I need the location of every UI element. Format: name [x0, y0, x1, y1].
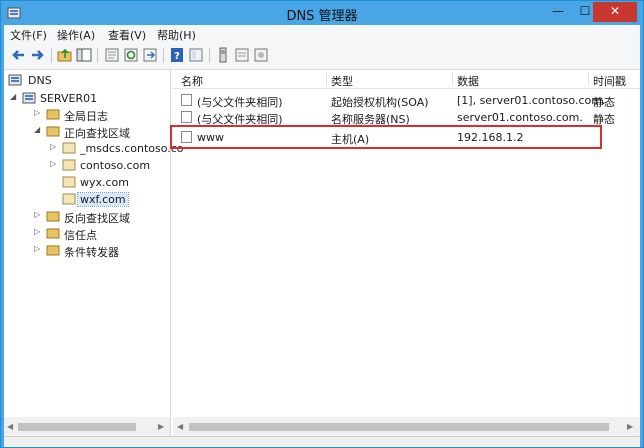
tree-label-reverse-zones: 反向查找区域: [64, 212, 130, 225]
wizard-icon[interactable]: [253, 47, 269, 63]
main-content: DNS ◢ SERVER01 ▷ 全局日志 ◢ 正向查找区域 ▷ _msdcs.…: [4, 70, 640, 443]
list-header: 名称 类型 数据 时间戳: [173, 70, 640, 89]
toolbar: ?: [4, 43, 640, 70]
expand-arrow-icon[interactable]: ▷: [34, 244, 42, 253]
table-row[interactable]: (与父文件夹相同) 名称服务器(NS) server01.contoso.com…: [173, 108, 640, 126]
forward-arrow-icon[interactable]: [30, 47, 46, 63]
column-header-timestamp[interactable]: 时间戳: [593, 73, 626, 89]
expand-arrow-icon[interactable]: ▷: [34, 108, 42, 117]
expand-arrow-icon[interactable]: ▷: [34, 227, 42, 236]
help-icon[interactable]: ?: [169, 47, 185, 63]
tree-label-zone-wxf: wxf.com: [77, 192, 129, 207]
new-record-icon[interactable]: [234, 47, 250, 63]
server-icon[interactable]: [215, 47, 231, 63]
column-header-name[interactable]: 名称: [181, 73, 203, 89]
list-horizontal-scrollbar[interactable]: ◀ ▶: [173, 417, 640, 437]
console-tree: DNS ◢ SERVER01 ▷ 全局日志 ◢ 正向查找区域 ▷ _msdcs.…: [4, 70, 184, 417]
tree-horizontal-scrollbar[interactable]: ◀ ▶: [4, 417, 171, 437]
toolbar-separator: [51, 48, 52, 63]
status-bar: [4, 436, 640, 447]
folder-icon: [46, 211, 60, 222]
column-divider[interactable]: [326, 72, 327, 86]
folder-icon: [46, 228, 60, 239]
zone-icon: [62, 193, 76, 205]
title-bar[interactable]: DNS 管理器 — ☐ ✕: [1, 1, 643, 25]
svg-text:?: ?: [174, 51, 180, 62]
properties-icon[interactable]: [104, 47, 120, 63]
zone-icon: [62, 159, 76, 171]
tree-label-zone-wyx: wyx.com: [80, 176, 130, 189]
tree-label-dns: DNS: [28, 74, 52, 87]
dns-root-icon: [8, 74, 22, 86]
show-hide-icon[interactable]: [188, 47, 204, 63]
menu-view[interactable]: 查看(V): [108, 27, 146, 43]
menu-file[interactable]: 文件(F): [10, 27, 47, 43]
row-data: server01.contoso.com.: [457, 111, 583, 124]
column-divider[interactable]: [588, 72, 589, 86]
column-header-data[interactable]: 数据: [457, 73, 479, 89]
scroll-left-icon[interactable]: ◀: [177, 422, 183, 431]
scroll-right-icon[interactable]: ▶: [627, 422, 633, 431]
toolbar-separator: [163, 48, 164, 63]
scrollbar-thumb[interactable]: [189, 423, 609, 431]
tree-label-trust-points: 信任点: [64, 229, 97, 242]
record-icon: [181, 94, 192, 106]
menu-help[interactable]: 帮助(H): [157, 27, 196, 43]
table-row[interactable]: (与父文件夹相同) 起始授权机构(SOA) [1], server01.cont…: [173, 91, 640, 109]
back-arrow-icon[interactable]: [10, 47, 26, 63]
minimize-button[interactable]: —: [546, 2, 570, 22]
collapse-arrow-icon[interactable]: ◢: [10, 92, 18, 101]
refresh-icon[interactable]: [123, 47, 139, 63]
expand-arrow-icon[interactable]: ▷: [34, 210, 42, 219]
expand-arrow-icon[interactable]: ▷: [50, 142, 58, 151]
record-list: 名称 类型 数据 时间戳 (与父文件夹相同) 起始授权机构(SOA) [1], …: [170, 70, 640, 443]
highlight-box: [170, 125, 602, 149]
row-data: [1], server01.contoso.com.: [457, 94, 606, 107]
zone-icon: [62, 176, 76, 188]
expand-arrow-icon[interactable]: ▷: [50, 159, 58, 168]
close-button[interactable]: ✕: [593, 2, 637, 22]
collapse-arrow-icon[interactable]: ◢: [34, 125, 42, 134]
log-folder-icon: [46, 109, 60, 120]
export-list-icon[interactable]: [142, 47, 158, 63]
tree-label-forward-zones: 正向查找区域: [64, 127, 130, 140]
folder-icon: [46, 126, 60, 137]
tree-label-conditional-forwarders: 条件转发器: [64, 246, 119, 259]
menu-bar: 文件(F) 操作(A) 查看(V) 帮助(H): [4, 25, 640, 43]
column-divider[interactable]: [452, 72, 453, 86]
folder-icon: [46, 245, 60, 256]
tree-label-zone-msdcs: _msdcs.contoso.co: [80, 142, 184, 155]
record-icon: [181, 111, 192, 123]
toolbar-separator: [209, 48, 210, 63]
tree-label-zone-contoso: contoso.com: [80, 159, 151, 172]
column-header-type[interactable]: 类型: [331, 73, 353, 89]
zone-icon: [62, 142, 76, 154]
toolbar-separator: [97, 48, 98, 63]
folder-up-icon[interactable]: [57, 47, 73, 63]
dns-manager-window: DNS 管理器 — ☐ ✕ 文件(F) 操作(A) 查看(V) 帮助(H) ? …: [0, 0, 644, 448]
server-node-icon: [22, 92, 36, 104]
tree-label-global-logs: 全局日志: [64, 110, 108, 123]
console-tree-icon[interactable]: [76, 47, 92, 63]
scroll-right-icon[interactable]: ▶: [158, 422, 164, 431]
menu-action[interactable]: 操作(A): [57, 27, 95, 43]
scrollbar-thumb[interactable]: [18, 423, 136, 431]
scroll-left-icon[interactable]: ◀: [7, 422, 13, 431]
tree-label-server: SERVER01: [40, 92, 98, 105]
